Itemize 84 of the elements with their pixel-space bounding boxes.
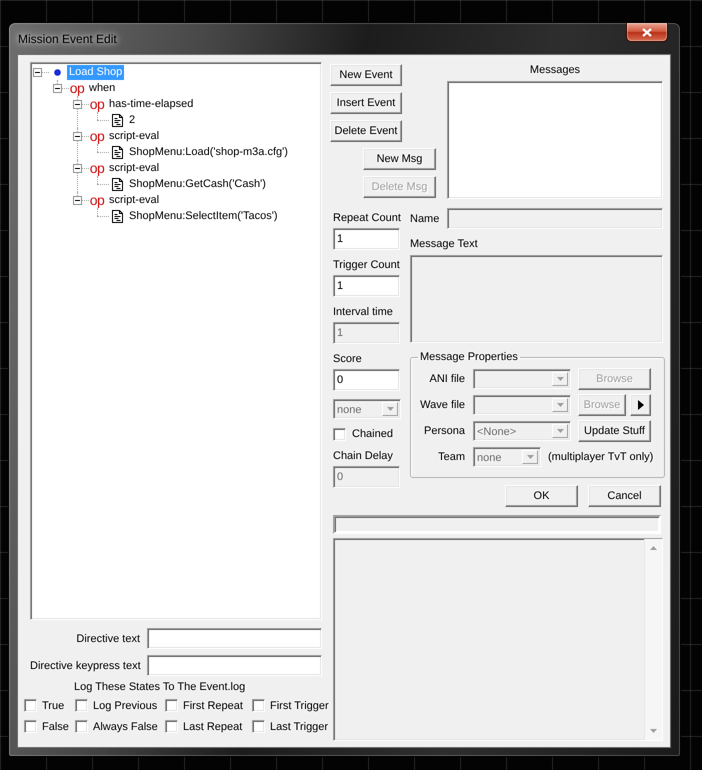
operator-icon: op	[90, 97, 104, 111]
tree-item[interactable]: script-eval	[107, 160, 162, 176]
caret-icon	[552, 372, 568, 386]
checkbox[interactable]	[24, 720, 37, 733]
field-label: Directive text	[75, 632, 140, 644]
window-title: Mission Event Edit	[18, 32, 117, 46]
note-text: (multiplayer TvT only)	[548, 451, 654, 463]
checkbox[interactable]	[165, 720, 178, 733]
checkbox-label: Log Previous	[93, 700, 158, 712]
text-field[interactable]	[147, 655, 322, 676]
document-icon	[112, 114, 122, 126]
field-label: Wave file	[419, 399, 465, 411]
checkbox[interactable]	[24, 699, 37, 712]
messages-list[interactable]	[447, 81, 663, 199]
checkbox[interactable]	[252, 699, 265, 712]
tree-item[interactable]: ShopMenu:Load('shop-m3a.cfg')	[127, 144, 290, 160]
close-icon	[642, 28, 652, 36]
document-icon	[112, 178, 122, 190]
field-label: Message Text	[410, 237, 479, 251]
checkbox-label: Chained	[352, 427, 393, 441]
field-label: Name	[410, 212, 440, 226]
caret-icon	[382, 402, 398, 416]
button[interactable]: Delete Event	[330, 120, 402, 142]
field-label: Score	[333, 352, 363, 366]
caret-icon	[552, 424, 568, 438]
button[interactable]: New Event	[330, 64, 402, 86]
text-field[interactable]: 1	[333, 275, 400, 297]
field-label: Repeat Count	[333, 211, 400, 225]
checkbox-label: Always False	[93, 720, 158, 732]
button[interactable]: Insert Event	[330, 92, 402, 114]
field-label: ANI file	[428, 373, 465, 385]
tree-item[interactable]: ShopMenu:SelectItem('Tacos')	[127, 208, 280, 224]
minus-box-icon[interactable]	[53, 84, 62, 93]
text-field[interactable]: 0	[333, 369, 400, 391]
document-icon	[112, 210, 122, 222]
text-field[interactable]	[147, 628, 322, 649]
checkbox-label: Last Trigger	[270, 720, 328, 732]
button[interactable]: New Msg	[363, 148, 436, 170]
field-label: Directive keypress text	[30, 660, 140, 672]
field-label: Interval time	[333, 305, 394, 319]
checkbox[interactable]	[333, 428, 346, 440]
checkbox[interactable]	[75, 720, 88, 733]
document-icon	[112, 146, 122, 158]
tree-item[interactable]: has-time-elapsed	[107, 96, 196, 112]
tree-item[interactable]: ShopMenu:GetCash('Cash')	[127, 176, 268, 192]
button[interactable]: OK	[505, 485, 578, 507]
checkbox-label: False	[42, 720, 69, 732]
minus-box-icon[interactable]	[33, 68, 42, 77]
minus-box-icon[interactable]	[73, 196, 82, 205]
text-field[interactable]: 1	[333, 228, 400, 250]
operator-icon: op	[90, 161, 104, 175]
minus-box-icon[interactable]	[73, 100, 82, 109]
tree-view[interactable]: Load Shop op when op has-time-elapsed 2 op script-eval ShopMenu:Load('shop-m3a.cfg') op script-eval ShopMenu:GetCash('Cash') op script-eval ShopMenu:SelectItem('Tacos')	[30, 62, 322, 620]
tree-item[interactable]: 2	[127, 112, 138, 128]
button[interactable]: Update Stuff	[578, 420, 651, 442]
checkbox[interactable]	[252, 720, 265, 733]
section-label: Log These States To The Event.log	[74, 680, 246, 694]
field-label: Trigger Count	[333, 258, 400, 272]
minus-box-icon[interactable]	[73, 132, 82, 141]
minus-box-icon[interactable]	[73, 164, 82, 173]
field-label: Persona	[423, 425, 465, 437]
checkbox-label: First Trigger	[270, 700, 329, 712]
field-label: Team	[437, 451, 465, 463]
list-label: Messages	[528, 63, 582, 78]
field-label: Chain Delay	[333, 449, 394, 463]
play-button[interactable]	[630, 394, 651, 416]
checkbox[interactable]	[75, 699, 88, 712]
caret-icon	[522, 450, 538, 464]
operator-icon: op	[90, 193, 104, 207]
tree-item[interactable]: script-eval	[107, 192, 162, 208]
tree-item[interactable]: when	[87, 80, 118, 96]
operator-icon: op	[70, 81, 84, 95]
close-button[interactable]	[626, 23, 668, 42]
checkbox-label: First Repeat	[183, 700, 243, 712]
group-title: Message Properties	[419, 350, 519, 364]
tree-item[interactable]: script-eval	[107, 128, 162, 144]
checkbox-label: Last Repeat	[183, 720, 242, 732]
caret-icon	[552, 398, 568, 412]
button[interactable]: Cancel	[588, 485, 661, 507]
dot-icon	[54, 68, 60, 76]
checkbox-label: True	[42, 700, 64, 712]
play-icon	[638, 400, 644, 410]
checkbox[interactable]	[165, 699, 178, 712]
operator-icon: op	[90, 129, 104, 143]
